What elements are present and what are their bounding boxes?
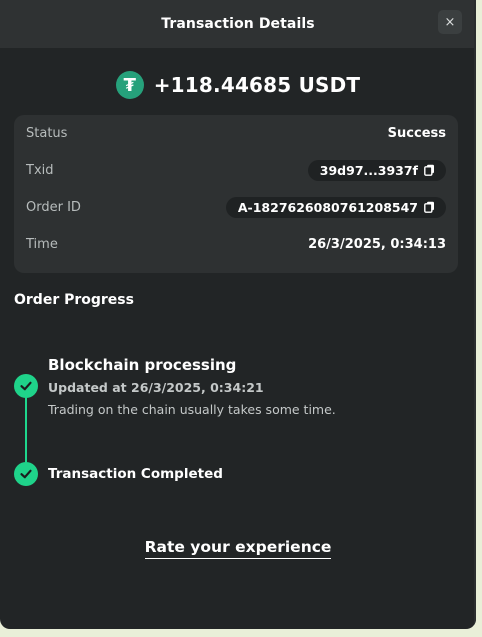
txid-value: 39d97...3937f — [319, 162, 418, 178]
timeline-connector — [25, 394, 27, 466]
modal-header: Transaction Details × — [0, 0, 476, 48]
step-title: Transaction Completed — [48, 466, 223, 482]
rate-experience-row: Rate your experience — [0, 538, 476, 559]
check-icon — [14, 462, 38, 486]
order-id-label: Order ID — [26, 199, 81, 215]
step-title: Blockchain processing — [48, 356, 237, 374]
transaction-details-modal: Transaction Details × ₮ +118.44685 USDT … — [0, 0, 476, 629]
details-card: Status Success Txid 39d97...3937f Order … — [14, 115, 458, 273]
amount-row: ₮ +118.44685 USDT — [0, 70, 476, 100]
order-progress-title: Order Progress — [14, 292, 134, 308]
time-row: Time 26/3/2025, 0:34:13 — [26, 232, 446, 256]
usdt-coin-icon: ₮ — [115, 71, 144, 99]
step-updated: Updated at 26/3/2025, 0:34:21 — [48, 380, 264, 395]
transaction-amount: +118.44685 USDT — [153, 73, 361, 97]
close-icon: × — [444, 14, 456, 30]
rate-experience-link[interactable]: Rate your experience — [144, 538, 332, 559]
modal-title: Transaction Details — [161, 16, 315, 32]
time-label: Time — [26, 236, 58, 252]
status-value: Success — [387, 125, 446, 141]
order-id-value: A-182762608076120854​7 — [237, 199, 418, 215]
status-label: Status — [26, 125, 68, 141]
order-id-row: Order ID A-182762608076120854​7 — [26, 195, 446, 219]
close-button[interactable]: × — [438, 10, 462, 34]
txid-pill: 39d97...3937f — [307, 159, 446, 181]
order-id-pill: A-182762608076120854​7 — [225, 196, 446, 218]
time-value: 26/3/2025, 0:34:13 — [308, 236, 446, 252]
txid-label: Txid — [26, 162, 54, 178]
txid-row: Txid 39d97...3937f — [26, 158, 446, 182]
status-row: Status Success — [26, 121, 446, 145]
copy-icon[interactable] — [424, 201, 436, 213]
step-note: Trading on the chain usually takes some … — [48, 402, 336, 417]
copy-icon[interactable] — [424, 164, 436, 176]
check-icon — [14, 374, 38, 398]
